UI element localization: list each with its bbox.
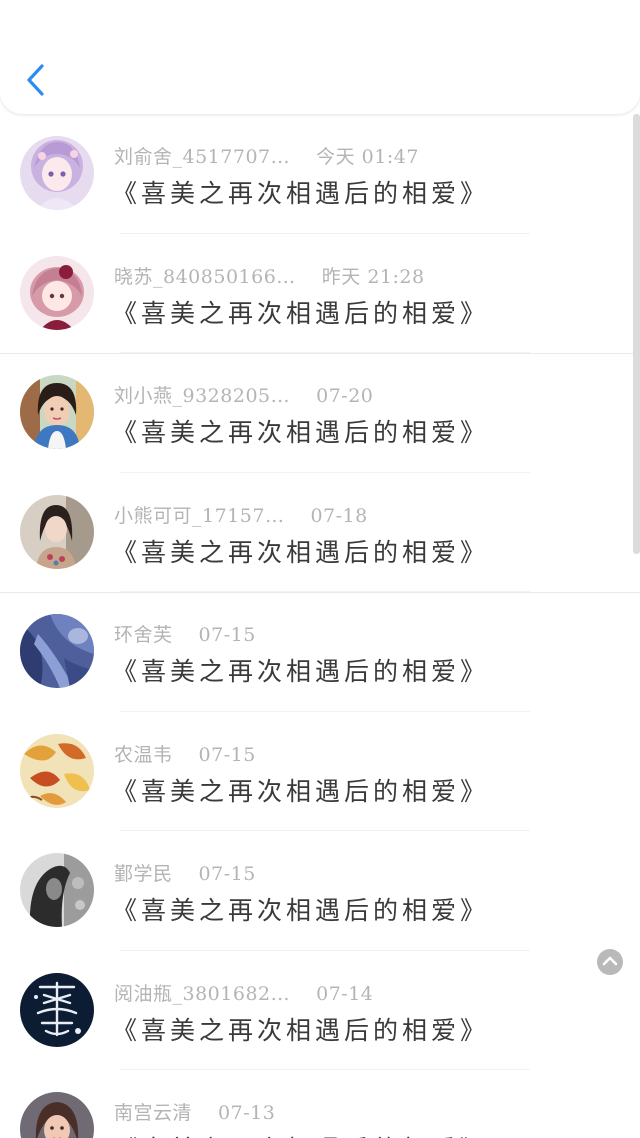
book-title[interactable]: 《喜美之再次相遇后的相爱》 [112,533,489,569]
avatar[interactable] [20,733,94,808]
book-title[interactable]: 《喜美之再次相遇后的相爱》 [112,891,489,927]
list-item[interactable]: 刘俞舍_4517707… 今天 01:47 《喜美之再次相遇后的相爱》 [0,114,640,234]
comment-list: 刘俞舍_4517707… 今天 01:47 《喜美之再次相遇后的相爱》 晓苏_8… [0,114,640,1138]
avatar[interactable] [20,614,94,688]
list-item[interactable]: 刘小燕_9328205… 07-20 《喜美之再次相遇后的相爱》 [0,353,640,473]
comment-time: 07-18 [310,504,368,527]
avatar[interactable] [20,255,94,330]
floating-button[interactable] [597,949,623,975]
list-item[interactable]: 南宫云清 07-13 《喜美之再次相遇后的相爱》 [0,1070,640,1138]
commenter-name[interactable]: 小熊可可_17157… [114,505,284,527]
book-title[interactable]: 《喜美之再次相遇后的相爱》 [112,772,489,808]
list-item[interactable]: 鄞学民 07-15 《喜美之再次相遇后的相爱》 [0,831,640,951]
commenter-name[interactable]: 刘小燕_9328205… [114,385,290,407]
comment-time: 07-20 [316,385,374,407]
comment-time: 07-14 [316,982,374,1005]
top-bar [0,0,640,114]
avatar[interactable] [20,1092,94,1138]
chevron-up-icon [602,956,618,966]
avatar[interactable] [20,494,94,569]
comment-time: 昨天 21:28 [321,265,425,288]
comment-time: 07-13 [218,1102,276,1124]
commenter-name[interactable]: 南宫云清 [114,1102,192,1124]
commenter-name[interactable]: 晓苏_840850166… [114,266,296,288]
book-title[interactable]: 《喜美之再次相遇后的相爱》 [112,1130,489,1138]
list-item[interactable]: 晓苏_840850166… 昨天 21:28 《喜美之再次相遇后的相爱》 [0,234,640,353]
commenter-name[interactable]: 环舍芙 [114,624,173,646]
commenter-name[interactable]: 刘俞舍_4517707… [114,146,290,168]
comment-time: 07-15 [198,624,256,646]
chevron-left-icon [27,64,44,96]
book-title[interactable]: 《喜美之再次相遇后的相爱》 [112,1011,489,1047]
commenter-name[interactable]: 鄞学民 [114,863,173,885]
back-button[interactable] [20,60,50,100]
commenter-name[interactable]: 阅油瓶_3801682… [114,983,290,1005]
book-title[interactable]: 《喜美之再次相遇后的相爱》 [112,652,489,688]
list-item[interactable]: 小熊可可_17157… 07-18 《喜美之再次相遇后的相爱》 [0,473,640,592]
comment-time: 07-15 [198,863,256,885]
avatar[interactable] [20,972,94,1047]
comment-time: 今天 01:47 [316,146,419,168]
avatar[interactable] [20,375,94,449]
avatar[interactable] [20,136,94,210]
list-item[interactable]: 农温韦 07-15 《喜美之再次相遇后的相爱》 [0,712,640,831]
book-title[interactable]: 《喜美之再次相遇后的相爱》 [112,174,489,210]
commenter-name[interactable]: 农温韦 [114,744,173,766]
avatar[interactable] [20,853,94,927]
comment-time: 07-15 [198,743,256,766]
list-item[interactable]: 阅油瓶_3801682… 07-14 《喜美之再次相遇后的相爱》 [0,951,640,1070]
scrollbar[interactable] [633,114,640,554]
book-title[interactable]: 《喜美之再次相遇后的相爱》 [112,413,489,449]
book-title[interactable]: 《喜美之再次相遇后的相爱》 [112,294,489,330]
list-item[interactable]: 环舍芙 07-15 《喜美之再次相遇后的相爱》 [0,592,640,712]
comment-list-page: 刘俞舍_4517707… 今天 01:47 《喜美之再次相遇后的相爱》 晓苏_8… [0,0,640,1138]
